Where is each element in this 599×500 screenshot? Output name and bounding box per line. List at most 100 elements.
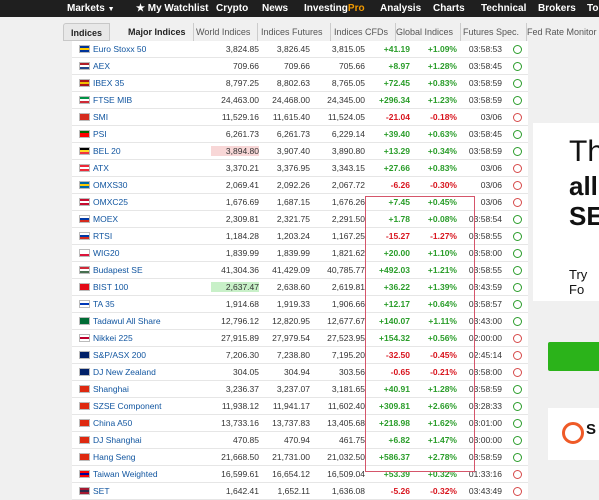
index-name-link[interactable]: Euro Stoxx 50 [93,44,146,54]
table-row[interactable]: Euro Stoxx 50 3,824.85 3,826.45 3,815.05 +41… [72,41,528,58]
last-value: 16,599.61 [221,469,259,479]
index-name-link[interactable]: ATX [93,163,109,173]
tab-world-indices[interactable]: World Indices [189,23,259,41]
index-name-link[interactable]: Budapest SE [93,265,143,275]
index-name-link[interactable]: OMXS30 [93,180,128,190]
nav-crypto[interactable]: Crypto [216,3,248,14]
low-value: 1,167.25 [331,231,365,241]
sponsor-logo-box[interactable]: S [548,408,599,460]
index-name-link[interactable]: Nikkei 225 [93,333,133,343]
market-status-clock-icon [513,317,522,326]
last-value: 1,184.28 [225,231,259,241]
index-name-link[interactable]: PSI [93,129,107,139]
nav-charts[interactable]: Charts [433,3,465,14]
index-name-link[interactable]: Hang Seng [93,452,136,462]
high-value: 6,261.73 [276,129,310,139]
last-value: 21,668.50 [221,452,259,462]
top-navigation: Markets ▼ ★ My Watchlist Crypto News Inv… [0,0,599,17]
index-name-link[interactable]: IBEX 35 [93,78,124,88]
index-name-link[interactable]: S&P/ASX 200 [93,350,146,360]
low-value: 11,524.05 [327,112,365,122]
flag-icon [79,96,90,104]
index-name-link[interactable]: FTSE MIB [93,95,132,105]
nav-tools[interactable]: To [587,3,598,14]
change-percent: -0.18% [430,112,457,122]
flag-icon [79,283,90,291]
nav-investing-pro[interactable]: InvestingPro [304,3,365,14]
tab-major-indices[interactable]: Major Indices [121,23,194,41]
tab-indices-futures[interactable]: Indices Futures [254,23,331,41]
high-value: 304.94 [284,367,310,377]
nav-watchlist[interactable]: ★ My Watchlist [136,3,209,14]
index-name-link[interactable]: DJ New Zealand [93,367,156,377]
index-name-link[interactable]: AEX [93,61,110,71]
last-value: 3,370.21 [225,163,259,173]
table-row[interactable]: AEX 709.66 709.66 705.66 +8.97 +1.28% 03:58:45 [72,58,528,75]
low-value: 11,602.40 [327,401,365,411]
table-row[interactable]: FTSE MIB 24,463.00 24,468.00 24,345.00 +296.… [72,92,528,109]
nav-analysis[interactable]: Analysis [380,3,421,14]
index-name-link[interactable]: MOEX [93,214,118,224]
flag-icon [79,79,90,87]
index-name-link[interactable]: TA 35 [93,299,115,309]
last-value: 1,676.69 [225,197,259,207]
nav-news[interactable]: News [262,3,288,14]
tab-global-indices[interactable]: Global Indices [389,23,462,41]
ad-green-button[interactable] [548,342,599,371]
change-value: +8.97 [388,61,410,71]
index-name-link[interactable]: WIG20 [93,248,119,258]
time-value: 03:58:59 [468,78,502,88]
flag-icon [79,368,90,376]
ad-text-line-4: Try Fo [569,267,588,297]
index-name-link[interactable]: DJ Shanghai [93,435,142,445]
low-value: 16,509.04 [327,469,365,479]
table-row[interactable]: SMI 11,529.16 11,615.40 11,524.05 -21.04 -0.1… [72,109,528,126]
last-value: 24,463.00 [221,95,259,105]
market-status-clock-icon [513,402,522,411]
change-value: -5.26 [390,486,410,496]
table-row[interactable]: OMXS30 2,069.41 2,092.26 2,067.72 -6.26 -0.30… [72,177,528,194]
table-row[interactable]: PSI 6,261.73 6,261.73 6,229.14 +39.40 +0.63% 0… [72,126,528,143]
tab-futures-spec[interactable]: Futures Spec. [456,23,528,41]
last-value: 1,839.99 [225,248,259,258]
low-value: 705.66 [339,61,365,71]
tab-indices-cfds[interactable]: Indices CFDs [327,23,397,41]
flag-icon [79,300,90,308]
low-value: 24,345.00 [327,95,365,105]
index-name-link[interactable]: SMI [93,112,108,122]
market-status-clock-icon [513,113,522,122]
index-name-link[interactable]: China A50 [93,418,132,428]
index-name-link[interactable]: OMXC25 [93,197,128,207]
index-name-link[interactable]: BIST 100 [93,282,128,292]
table-row[interactable]: IBEX 35 8,797.25 8,802.63 8,765.05 +72.45 +0.… [72,75,528,92]
tab-indices[interactable]: Indices [63,23,111,41]
flag-icon [79,385,90,393]
market-status-clock-icon [513,283,522,292]
table-row[interactable]: SET 1,642.41 1,652.11 1,636.08 -5.26 -0.32% 03… [72,483,528,500]
nav-markets[interactable]: Markets ▼ [67,3,115,14]
change-value: +27.66 [383,163,410,173]
index-name-link[interactable]: Shanghai [93,384,129,394]
index-name-link[interactable]: Tadawul All Share [93,316,161,326]
table-row[interactable]: ATX 3,370.21 3,376.95 3,343.15 +27.66 +0.83% 0… [72,160,528,177]
change-value: +13.29 [383,146,410,156]
market-status-clock-icon [513,453,522,462]
last-value: 7,206.30 [225,350,259,360]
change-percent: +0.63% [427,129,457,139]
change-percent: +1.09% [427,44,457,54]
table-row[interactable]: BEL 20 3,894.80 3,907.40 3,890.80 +13.29 +0.3… [72,143,528,160]
index-name-link[interactable]: RTSI [93,231,112,241]
index-name-link[interactable]: SZSE Component [93,401,162,411]
advertisement-panel[interactable]: Th all SE Try Fo [533,123,599,301]
index-name-link[interactable]: Taiwan Weighted [93,469,158,479]
index-name-link[interactable]: BEL 20 [93,146,121,156]
market-status-clock-icon [513,130,522,139]
nav-technical[interactable]: Technical [481,3,526,14]
last-value: 13,733.16 [221,418,259,428]
low-value: 1,636.08 [331,486,365,496]
market-status-clock-icon [513,334,522,343]
time-value: 03:58:59 [468,146,502,156]
index-name-link[interactable]: SET [93,486,110,496]
tab-fed-rate-monitor[interactable]: Fed Rate Monitor T [520,23,599,41]
nav-brokers[interactable]: Brokers [538,3,576,14]
